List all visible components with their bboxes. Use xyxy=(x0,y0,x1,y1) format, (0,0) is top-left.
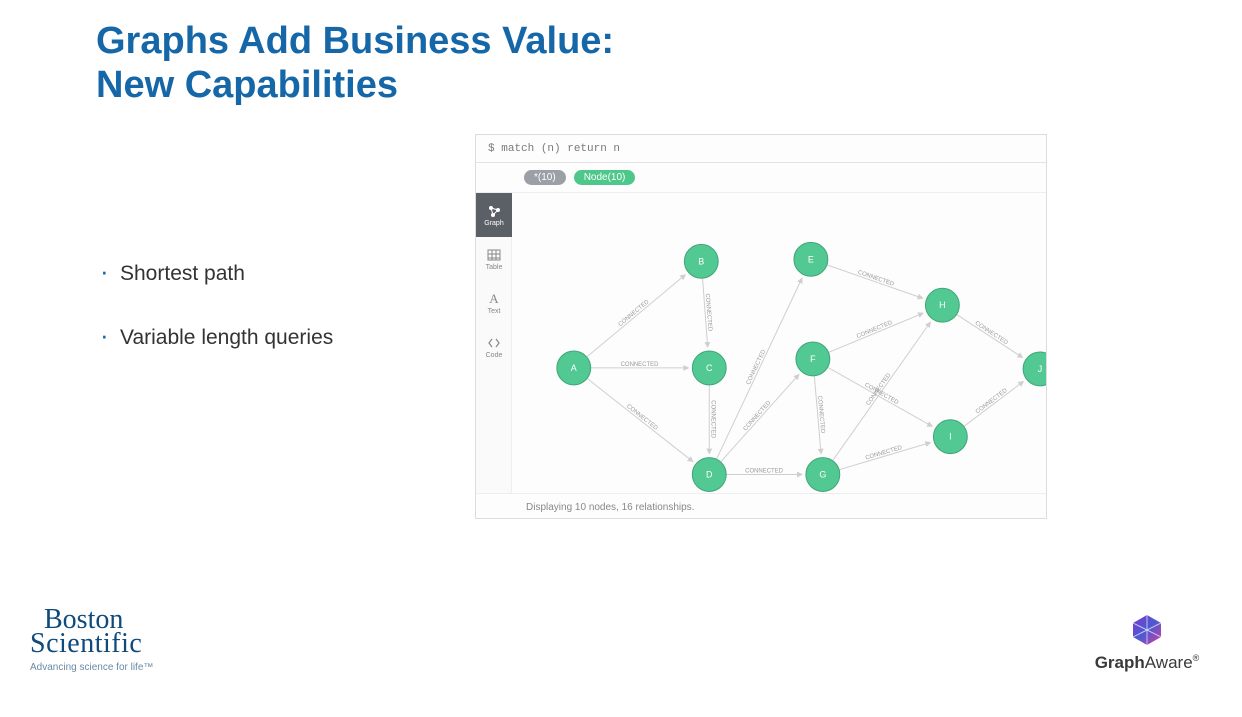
svg-text:C: C xyxy=(706,363,713,373)
panel-body: Graph Table A Text Code xyxy=(476,193,1046,493)
query-prompt: $ xyxy=(488,143,495,155)
edge-label: CONNECTED xyxy=(857,270,895,288)
edge-label: CONNECTED xyxy=(865,445,904,462)
hexagon-icon xyxy=(1130,613,1164,647)
graph-node-G[interactable]: G xyxy=(806,458,840,492)
edge-label: CONNECTED xyxy=(975,387,1009,415)
view-sidebar: Graph Table A Text Code xyxy=(476,193,512,493)
edge-label: CONNECTED xyxy=(745,469,783,475)
graph-node-F[interactable]: F xyxy=(796,342,830,376)
edge-label: CONNECTED xyxy=(974,321,1010,347)
boston-tagline: Advancing science for life™ xyxy=(30,662,230,673)
svg-text:A: A xyxy=(571,363,577,373)
svg-text:G: G xyxy=(819,470,826,480)
svg-text:I: I xyxy=(949,432,952,442)
graph-canvas[interactable]: CONNECTED CONNECTED CONNECTED CONNECTED CONN… xyxy=(512,193,1046,493)
svg-text:H: H xyxy=(939,300,945,310)
status-bar: Displaying 10 nodes, 16 relationships. xyxy=(476,493,1046,520)
query-bar[interactable]: $ match (n) return n xyxy=(476,135,1046,163)
svg-text:E: E xyxy=(808,254,814,264)
sidebar-tab-graph[interactable]: Graph xyxy=(476,193,512,237)
code-icon xyxy=(487,336,501,350)
graph-node-H[interactable]: H xyxy=(925,288,959,322)
sidebar-tab-table[interactable]: Table xyxy=(476,237,512,281)
graph-node-A[interactable]: A xyxy=(557,351,591,385)
edge-label: CONNECTED xyxy=(618,299,651,328)
edge-label: CONNECTED xyxy=(856,320,894,340)
graph-node-C[interactable]: C xyxy=(692,351,726,385)
svg-text:J: J xyxy=(1038,364,1042,374)
svg-text:D: D xyxy=(706,470,713,480)
title-line-1: Graphs Add Business Value: xyxy=(96,20,614,62)
bullet-item: Variable length queries xyxy=(100,326,440,350)
svg-text:B: B xyxy=(698,256,704,266)
pill-node[interactable]: Node(10) xyxy=(574,170,636,185)
edge-label: CONNECTED xyxy=(743,400,773,433)
edge-label: CONNECTED xyxy=(625,404,659,433)
svg-text:F: F xyxy=(810,354,816,364)
graph-node-I[interactable]: I xyxy=(933,420,967,454)
svg-text:A: A xyxy=(489,292,499,306)
sidebar-tab-text[interactable]: A Text xyxy=(476,281,512,325)
graph-browser-panel: $ match (n) return n *(10) Node(10) Grap… xyxy=(475,134,1047,519)
boston-scientific-logo: Boston Scientific Advancing science for … xyxy=(30,608,230,673)
graph-node-J[interactable]: J xyxy=(1023,352,1046,386)
sidebar-tab-code[interactable]: Code xyxy=(476,325,512,369)
graph-icon xyxy=(487,204,501,218)
title-line-2: New Capabilities xyxy=(96,64,398,106)
graph-node-D[interactable]: D xyxy=(692,458,726,492)
graph-node-E[interactable]: E xyxy=(794,242,828,276)
edge-label: CONNECTED xyxy=(709,400,715,438)
bullet-list: Shortest path Variable length queries xyxy=(100,262,440,390)
edge-label: CONNECTED xyxy=(746,348,768,385)
slide-title: Graphs Add Business Value: New Capabilit… xyxy=(96,20,614,107)
result-pill-bar: *(10) Node(10) xyxy=(476,163,1046,193)
bullet-item: Shortest path xyxy=(100,262,440,286)
edge-label: CONNECTED xyxy=(621,362,659,368)
graphaware-logo: GraphAware® xyxy=(1082,613,1212,673)
pill-all[interactable]: *(10) xyxy=(524,170,566,185)
graph-node-B[interactable]: B xyxy=(684,244,718,278)
query-text: match (n) return n xyxy=(501,143,620,155)
text-icon: A xyxy=(487,292,501,306)
table-icon xyxy=(487,248,501,262)
status-text: Displaying 10 nodes, 16 relationships. xyxy=(526,502,694,513)
